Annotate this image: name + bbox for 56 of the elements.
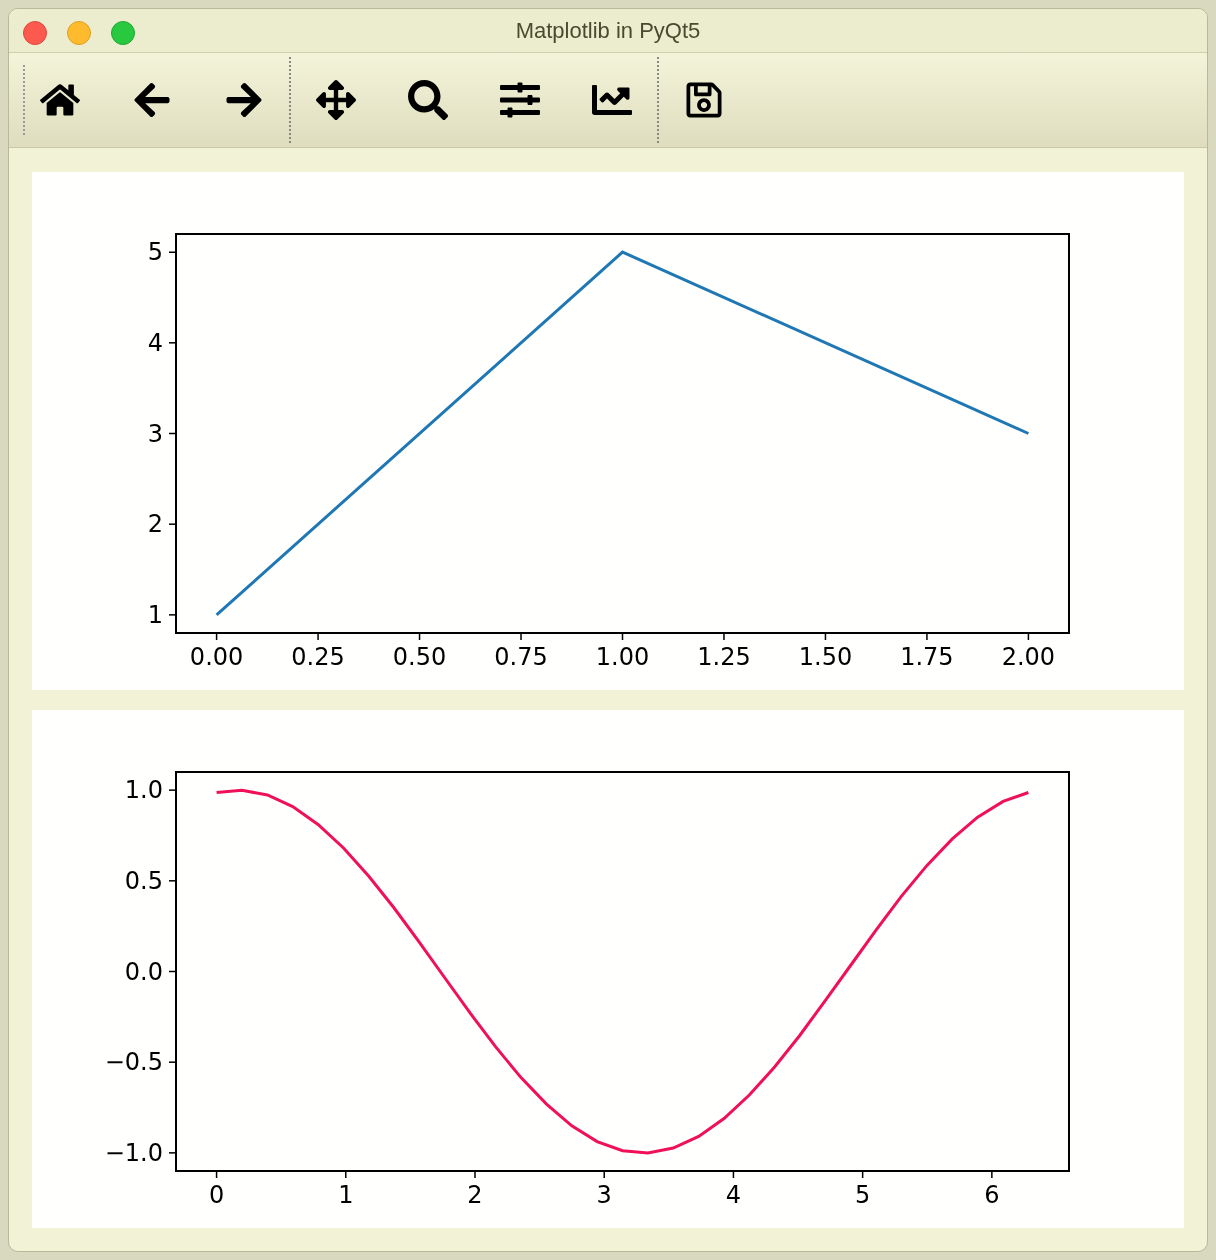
tick-mark	[168, 342, 177, 344]
tick-mark	[168, 614, 177, 616]
tick-label: 2.00	[1001, 643, 1056, 671]
tick-mark	[168, 789, 177, 791]
tick-label: 5	[855, 1181, 871, 1209]
tick-mark	[732, 1170, 735, 1179]
tick-label: 6	[984, 1181, 1000, 1209]
tick-mark	[474, 1170, 476, 1179]
tick-label: −1.0	[104, 1138, 163, 1167]
move-icon[interactable]	[313, 77, 359, 123]
tick-mark	[168, 880, 177, 882]
tick-label: 1	[147, 600, 163, 629]
tick-mark	[861, 1170, 864, 1179]
tick-label: 0.25	[291, 643, 345, 671]
tick-label: 0	[208, 1181, 225, 1209]
search-icon[interactable]	[405, 77, 451, 123]
tick-label: 4	[147, 328, 163, 357]
tick-label: 1.00	[595, 643, 650, 671]
tick-mark	[418, 632, 421, 641]
window-title: Matplotlib in PyQt5	[515, 17, 701, 45]
tick-mark	[824, 632, 827, 641]
tick-label: 1.75	[900, 643, 954, 671]
tick-label: 0.0	[124, 957, 163, 986]
tick-mark	[603, 1170, 605, 1179]
tick-label: 1.0	[124, 776, 163, 805]
tick-label: 3	[147, 419, 163, 448]
tick-label: 0.5	[124, 866, 163, 895]
tick-mark	[168, 432, 177, 435]
tick-label: 1.50	[798, 643, 853, 671]
tick-mark	[520, 632, 522, 641]
tick-mark	[168, 523, 177, 525]
tick-label: 0.75	[494, 643, 548, 671]
tick-mark	[215, 1170, 218, 1179]
tick-mark	[723, 632, 725, 641]
tick-label: 0.50	[392, 643, 447, 671]
tick-mark	[926, 632, 928, 641]
tick-label: 2	[467, 1181, 483, 1209]
tick-label: 3	[596, 1181, 612, 1209]
tick-mark	[317, 632, 319, 641]
tick-mark	[1027, 632, 1030, 641]
close-button[interactable]	[23, 21, 47, 45]
tick-mark	[215, 632, 218, 641]
tick-label: −0.5	[104, 1048, 163, 1077]
tick-label: 0.00	[189, 643, 244, 671]
tick-mark	[621, 632, 624, 641]
tick-label: 4	[725, 1181, 742, 1209]
tick-label: 5	[147, 238, 163, 267]
tick-mark	[168, 1152, 177, 1154]
tick-label: 1	[338, 1181, 354, 1209]
tick-mark	[168, 1061, 177, 1063]
tick-mark	[991, 1170, 993, 1179]
tick-mark	[345, 1170, 347, 1179]
tick-label: 2	[147, 510, 163, 539]
tick-mark	[168, 970, 177, 973]
tick-label: 1.25	[697, 643, 751, 671]
tick-mark	[168, 251, 177, 253]
